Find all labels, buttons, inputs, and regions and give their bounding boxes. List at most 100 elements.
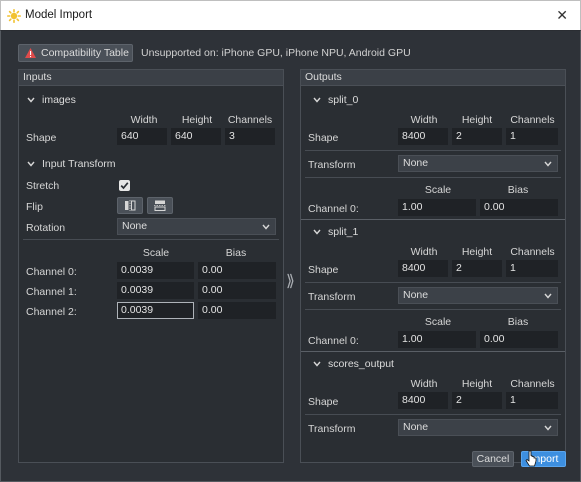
scores-channels-field[interactable]: 1 — [506, 392, 558, 409]
shape-label: Shape — [308, 264, 339, 276]
inputs-header: Inputs — [19, 70, 283, 86]
section-divider — [301, 351, 565, 352]
width-column-label: Width — [410, 378, 438, 390]
model-import-dialog: Compatibility Table Unsupported on: iPho… — [0, 30, 581, 482]
chevron-down-icon — [27, 161, 35, 167]
split-1-height-field[interactable]: 2 — [452, 260, 502, 277]
scale-column-label: Scale — [142, 247, 170, 259]
compatibility-table-button[interactable]: Compatibility Table — [18, 44, 133, 62]
chevron-down-icon — [544, 161, 552, 167]
chevron-down-icon — [544, 293, 552, 299]
split-0-transform-value: None — [403, 157, 429, 169]
rotation-select[interactable]: None — [117, 218, 276, 235]
flip-horizontal-icon — [125, 200, 136, 211]
divider — [305, 177, 561, 178]
split-1-title: split_1 — [328, 226, 359, 238]
channels-column-label: Channels — [510, 378, 555, 390]
channel-0-scale-field[interactable]: 0.0039 — [117, 262, 194, 279]
flip-horizontal-button[interactable] — [117, 197, 143, 214]
scores-output-section-toggle[interactable]: scores_output — [313, 358, 394, 370]
shape-label: Shape — [26, 132, 57, 144]
rotation-value: None — [122, 220, 148, 232]
channel-1-bias-field[interactable]: 0.00 — [198, 282, 276, 299]
bias-column-label: Bias — [507, 316, 529, 328]
checkmark-icon — [120, 182, 129, 190]
split-1-section-toggle[interactable]: split_1 — [313, 226, 358, 238]
outputs-panel: Outputs split_0 Width Height Channels Sh… — [300, 69, 566, 463]
scores-transform-value: None — [403, 421, 429, 433]
width-column-label: Width — [410, 114, 438, 126]
channel-1-scale-field[interactable]: 0.0039 — [117, 282, 194, 299]
inputs-panel: Inputs images Width Height Channels Shap… — [18, 69, 284, 463]
warning-icon — [25, 48, 36, 58]
split-0-transform-select[interactable]: None — [398, 155, 558, 172]
split-1-transform-value: None — [403, 289, 429, 301]
flip-vertical-icon — [154, 200, 166, 211]
scale-column-label: Scale — [424, 316, 452, 328]
divider — [305, 309, 561, 310]
channel-2-scale-field[interactable]: 0.0039 — [117, 302, 194, 319]
divider — [305, 414, 561, 415]
split-1-transform-select[interactable]: None — [398, 287, 558, 304]
split-1-scale-field[interactable]: 1.00 — [398, 331, 476, 348]
split-0-title: split_0 — [328, 94, 359, 106]
scores-height-field[interactable]: 2 — [452, 392, 502, 409]
title-bar: Model Import ✕ — [0, 0, 581, 30]
flip-vertical-button[interactable] — [147, 197, 173, 214]
shape-label: Shape — [308, 132, 339, 144]
width-column-label: Width — [410, 246, 438, 258]
mouse-cursor-icon — [525, 450, 537, 467]
unsupported-platforms-text: Unsupported on: iPhone GPU, iPhone NPU, … — [141, 47, 411, 59]
chevron-down-icon — [313, 97, 321, 103]
close-button[interactable]: ✕ — [556, 7, 568, 23]
split-1-bias-field[interactable]: 0.00 — [480, 331, 558, 348]
chevron-down-icon — [27, 97, 35, 103]
rotation-label: Rotation — [26, 222, 66, 234]
channel-1-label: Channel 1: — [26, 286, 77, 298]
input-transform-toggle[interactable]: Input Transform — [27, 158, 116, 170]
images-section-title: images — [42, 94, 76, 106]
scores-width-field[interactable]: 8400 — [398, 392, 448, 409]
arrow-right-icon: ⟫ — [286, 273, 295, 290]
channel-0-label: Channel 0: — [308, 203, 359, 215]
section-divider — [301, 219, 565, 220]
bias-column-label: Bias — [507, 184, 529, 196]
split-0-width-field[interactable]: 8400 — [398, 128, 448, 145]
chevron-down-icon — [544, 425, 552, 431]
outputs-header: Outputs — [301, 70, 565, 86]
divider — [305, 150, 561, 151]
channel-0-label: Channel 0: — [26, 266, 77, 278]
images-section-toggle[interactable]: images — [27, 94, 76, 106]
channels-column-label: Channels — [227, 114, 273, 126]
height-column-label: Height — [461, 114, 493, 126]
channels-column-label: Channels — [510, 246, 555, 258]
input-height-field[interactable]: 640 — [171, 128, 221, 145]
bias-column-label: Bias — [225, 247, 247, 259]
chevron-down-icon — [313, 361, 321, 367]
channels-column-label: Channels — [510, 114, 555, 126]
scores-output-title: scores_output — [328, 358, 394, 370]
stretch-label: Stretch — [26, 180, 60, 192]
channel-2-label: Channel 2: — [26, 306, 77, 318]
split-0-bias-field[interactable]: 0.00 — [480, 199, 558, 216]
compatibility-table-label: Compatibility Table — [41, 47, 129, 59]
split-1-channels-field[interactable]: 1 — [506, 260, 558, 277]
split-1-width-field[interactable]: 8400 — [398, 260, 448, 277]
channel-2-bias-field[interactable]: 0.00 — [198, 302, 276, 319]
transform-label: Transform — [308, 159, 356, 171]
input-transform-title: Input Transform — [42, 158, 116, 170]
scores-transform-select[interactable]: None — [398, 419, 558, 436]
height-column-label: Height — [461, 378, 493, 390]
divider — [23, 239, 279, 240]
cancel-button[interactable]: Cancel — [472, 451, 514, 467]
split-0-height-field[interactable]: 2 — [452, 128, 502, 145]
split-0-channels-field[interactable]: 1 — [506, 128, 558, 145]
stretch-checkbox[interactable] — [119, 180, 130, 191]
input-channels-field[interactable]: 3 — [225, 128, 275, 145]
split-0-section-toggle[interactable]: split_0 — [313, 94, 358, 106]
split-0-scale-field[interactable]: 1.00 — [398, 199, 476, 216]
sun-icon — [7, 9, 21, 23]
channel-0-bias-field[interactable]: 0.00 — [198, 262, 276, 279]
input-width-field[interactable]: 640 — [117, 128, 167, 145]
chevron-down-icon — [313, 229, 321, 235]
